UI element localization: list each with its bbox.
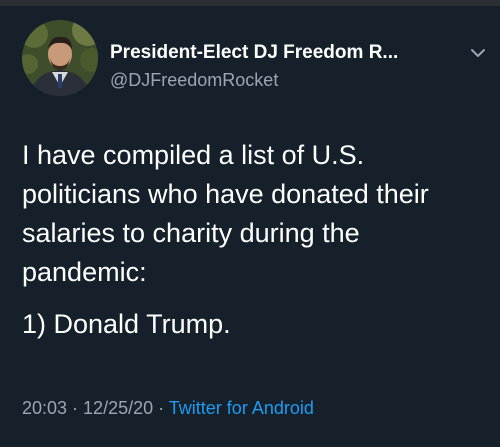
tweet-source-link[interactable]: Twitter for Android [169,398,314,418]
tweet-text: I have compiled a list of U.S. politicia… [22,136,487,344]
tweet-header: President-Elect DJ Freedom R... @DJFreed… [22,20,492,100]
avatar[interactable] [22,20,98,96]
tweet-meta: 20:03 · 12/25/20 · Twitter for Android [22,398,314,419]
tweet-list-item: 1) Donald Trump. [22,309,231,339]
tweet-paragraph: I have compiled a list of U.S. politicia… [22,140,429,287]
tweet[interactable]: President-Elect DJ Freedom R... @DJFreed… [0,6,500,447]
meta-separator: · [153,398,169,418]
handle[interactable]: @DJFreedomRocket [110,70,278,91]
meta-separator: · [67,398,84,418]
chevron-down-icon[interactable] [467,42,489,64]
display-name[interactable]: President-Elect DJ Freedom R... [110,42,450,64]
tweet-date[interactable]: 12/25/20 [83,398,153,418]
tweet-time[interactable]: 20:03 [22,398,67,418]
avatar-image [22,20,98,96]
